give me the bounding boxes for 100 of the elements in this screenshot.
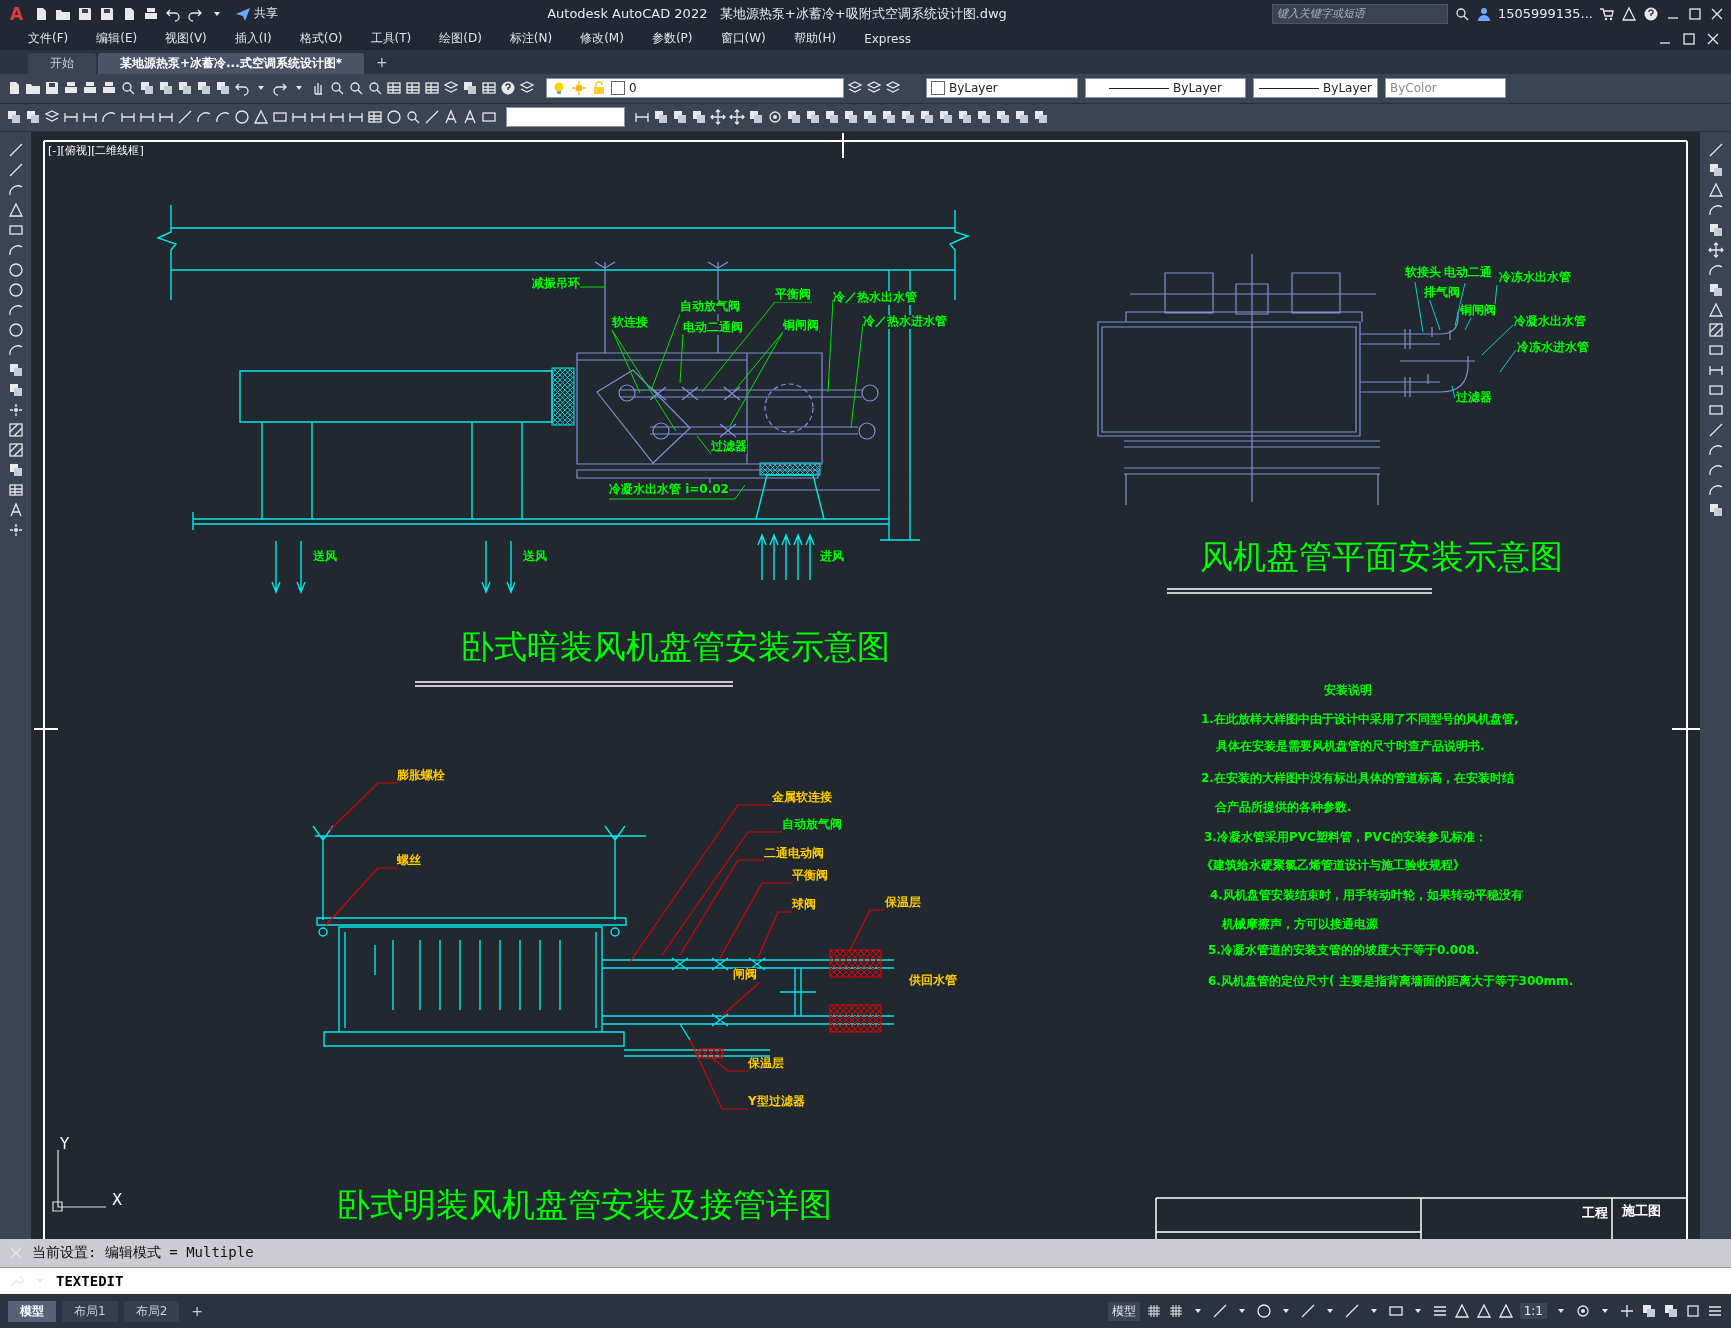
line-icon[interactable] (1343, 1303, 1360, 1320)
copy-icon[interactable] (691, 109, 707, 126)
copy-icon[interactable] (824, 109, 840, 126)
close-icon[interactable] (1709, 6, 1725, 22)
model-space-button[interactable]: 模型 (1107, 1301, 1140, 1321)
search-field[interactable]: 键入关键字或短语 (1271, 4, 1448, 24)
menu-item[interactable]: 修改(M) (570, 30, 634, 48)
copy-icon[interactable] (976, 109, 992, 126)
line-icon[interactable] (7, 141, 24, 158)
file-tab[interactable]: 某地源热泵+冰蓄冷...式空调系统设计图* (98, 52, 364, 74)
hatch-icon[interactable] (1707, 321, 1724, 338)
triangle-icon[interactable] (253, 109, 269, 126)
menu-item[interactable]: 格式(O) (289, 30, 353, 48)
copy-icon[interactable] (957, 109, 973, 126)
move-icon[interactable] (710, 109, 726, 126)
circle-icon[interactable] (7, 281, 24, 298)
menu-item[interactable]: 标注(N) (499, 30, 563, 48)
copy-icon[interactable] (938, 109, 954, 126)
file-tab[interactable]: 开始 (28, 52, 96, 74)
layout-tab[interactable]: 模型 (8, 1300, 56, 1322)
copy-icon[interactable] (1707, 221, 1724, 238)
line-icon[interactable] (7, 161, 24, 178)
zoom-icon[interactable] (367, 80, 383, 97)
new-tab-button[interactable]: + (366, 53, 398, 70)
add-layout-button[interactable]: + (185, 1303, 209, 1320)
maximize-icon[interactable] (1681, 30, 1697, 47)
circle-icon[interactable] (7, 321, 24, 338)
circle-icon[interactable] (1255, 1303, 1272, 1320)
save-icon[interactable] (44, 80, 60, 97)
table-icon[interactable] (367, 109, 383, 126)
save-icon[interactable] (77, 6, 94, 22)
menu-item[interactable]: 帮助(H) (783, 30, 847, 48)
copy-icon[interactable] (843, 109, 859, 126)
copy-icon[interactable] (1014, 109, 1030, 126)
menu-item[interactable]: Express (854, 31, 921, 46)
zoom-icon[interactable] (348, 80, 364, 97)
copy-icon[interactable] (462, 80, 478, 97)
line-icon[interactable] (177, 109, 193, 126)
cart-icon[interactable] (1599, 6, 1615, 22)
copy-icon[interactable] (1707, 501, 1724, 518)
copy-icon[interactable] (1707, 281, 1724, 298)
text-icon[interactable] (443, 109, 459, 126)
line-icon[interactable] (1299, 1303, 1316, 1320)
plus-icon[interactable] (1619, 1303, 1635, 1320)
circle-icon[interactable] (386, 109, 402, 126)
menu-item[interactable]: 编辑(E) (86, 30, 148, 48)
copy-icon[interactable] (6, 109, 22, 126)
copy-icon[interactable] (196, 80, 212, 97)
copy-icon[interactable] (1641, 1303, 1657, 1320)
layout-tab[interactable]: 布局1 (62, 1300, 118, 1322)
grid-icon[interactable] (1167, 1303, 1184, 1320)
copy-icon[interactable] (1707, 161, 1724, 178)
line-icon[interactable] (424, 109, 440, 126)
circle-icon[interactable] (234, 109, 250, 126)
point-icon[interactable] (7, 521, 24, 538)
copy-icon[interactable] (881, 109, 897, 126)
help-icon[interactable] (500, 80, 516, 97)
copy-icon[interactable] (786, 109, 802, 126)
triangle-icon[interactable] (1707, 301, 1724, 318)
copy-icon[interactable] (139, 80, 155, 97)
copy-icon[interactable] (7, 461, 24, 478)
triangle-icon[interactable] (7, 201, 24, 218)
menu-item[interactable]: 插入(I) (224, 30, 282, 48)
menu-item[interactable]: 视图(V) (155, 30, 217, 48)
table-icon[interactable] (7, 481, 24, 498)
grid-icon[interactable] (1145, 1303, 1162, 1320)
copy-icon[interactable] (7, 381, 24, 398)
triangle-icon[interactable] (1475, 1303, 1492, 1320)
command-input[interactable]: TEXTEDIT (56, 1273, 456, 1290)
menu-item[interactable]: 参数(P) (641, 30, 703, 48)
user-name[interactable]: 1505999135... (1497, 6, 1593, 22)
zoom-icon[interactable] (405, 109, 421, 126)
table-icon[interactable] (386, 80, 402, 97)
copy-icon[interactable] (805, 109, 821, 126)
line-icon[interactable] (1211, 1303, 1228, 1320)
layout-tab[interactable]: 布局2 (123, 1300, 180, 1322)
color-dropdown[interactable]: ByLayer (926, 78, 1078, 99)
printer-icon[interactable] (143, 6, 160, 22)
table-icon[interactable] (481, 80, 497, 97)
menu-item[interactable]: 窗口(W) (710, 30, 776, 48)
triangle-icon[interactable] (1621, 6, 1637, 22)
menu-item[interactable]: 文件(F) (18, 30, 79, 48)
dimension-style-dropdown[interactable] (506, 107, 625, 128)
menu-item[interactable]: 工具(T) (360, 30, 422, 48)
zoom-icon[interactable] (329, 80, 345, 97)
layer-dropdown[interactable]: 0 (546, 78, 844, 99)
point-icon[interactable] (7, 401, 24, 418)
search-icon[interactable] (1453, 6, 1470, 22)
table-icon[interactable] (405, 80, 421, 97)
copy-icon[interactable] (995, 109, 1011, 126)
menu-item[interactable]: 绘图(D) (429, 30, 492, 48)
zoom-icon[interactable] (120, 80, 136, 97)
plot-style-dropdown[interactable]: ByColor (1385, 78, 1506, 99)
line-icon[interactable] (1707, 141, 1724, 158)
line-icon[interactable] (1707, 421, 1724, 438)
linetype-dropdown[interactable]: ByLayer (1085, 78, 1246, 99)
triangle-icon[interactable] (1497, 1303, 1514, 1320)
text-icon[interactable] (7, 501, 24, 518)
copy-icon[interactable] (1033, 109, 1049, 126)
triangle-icon[interactable] (1707, 181, 1724, 198)
